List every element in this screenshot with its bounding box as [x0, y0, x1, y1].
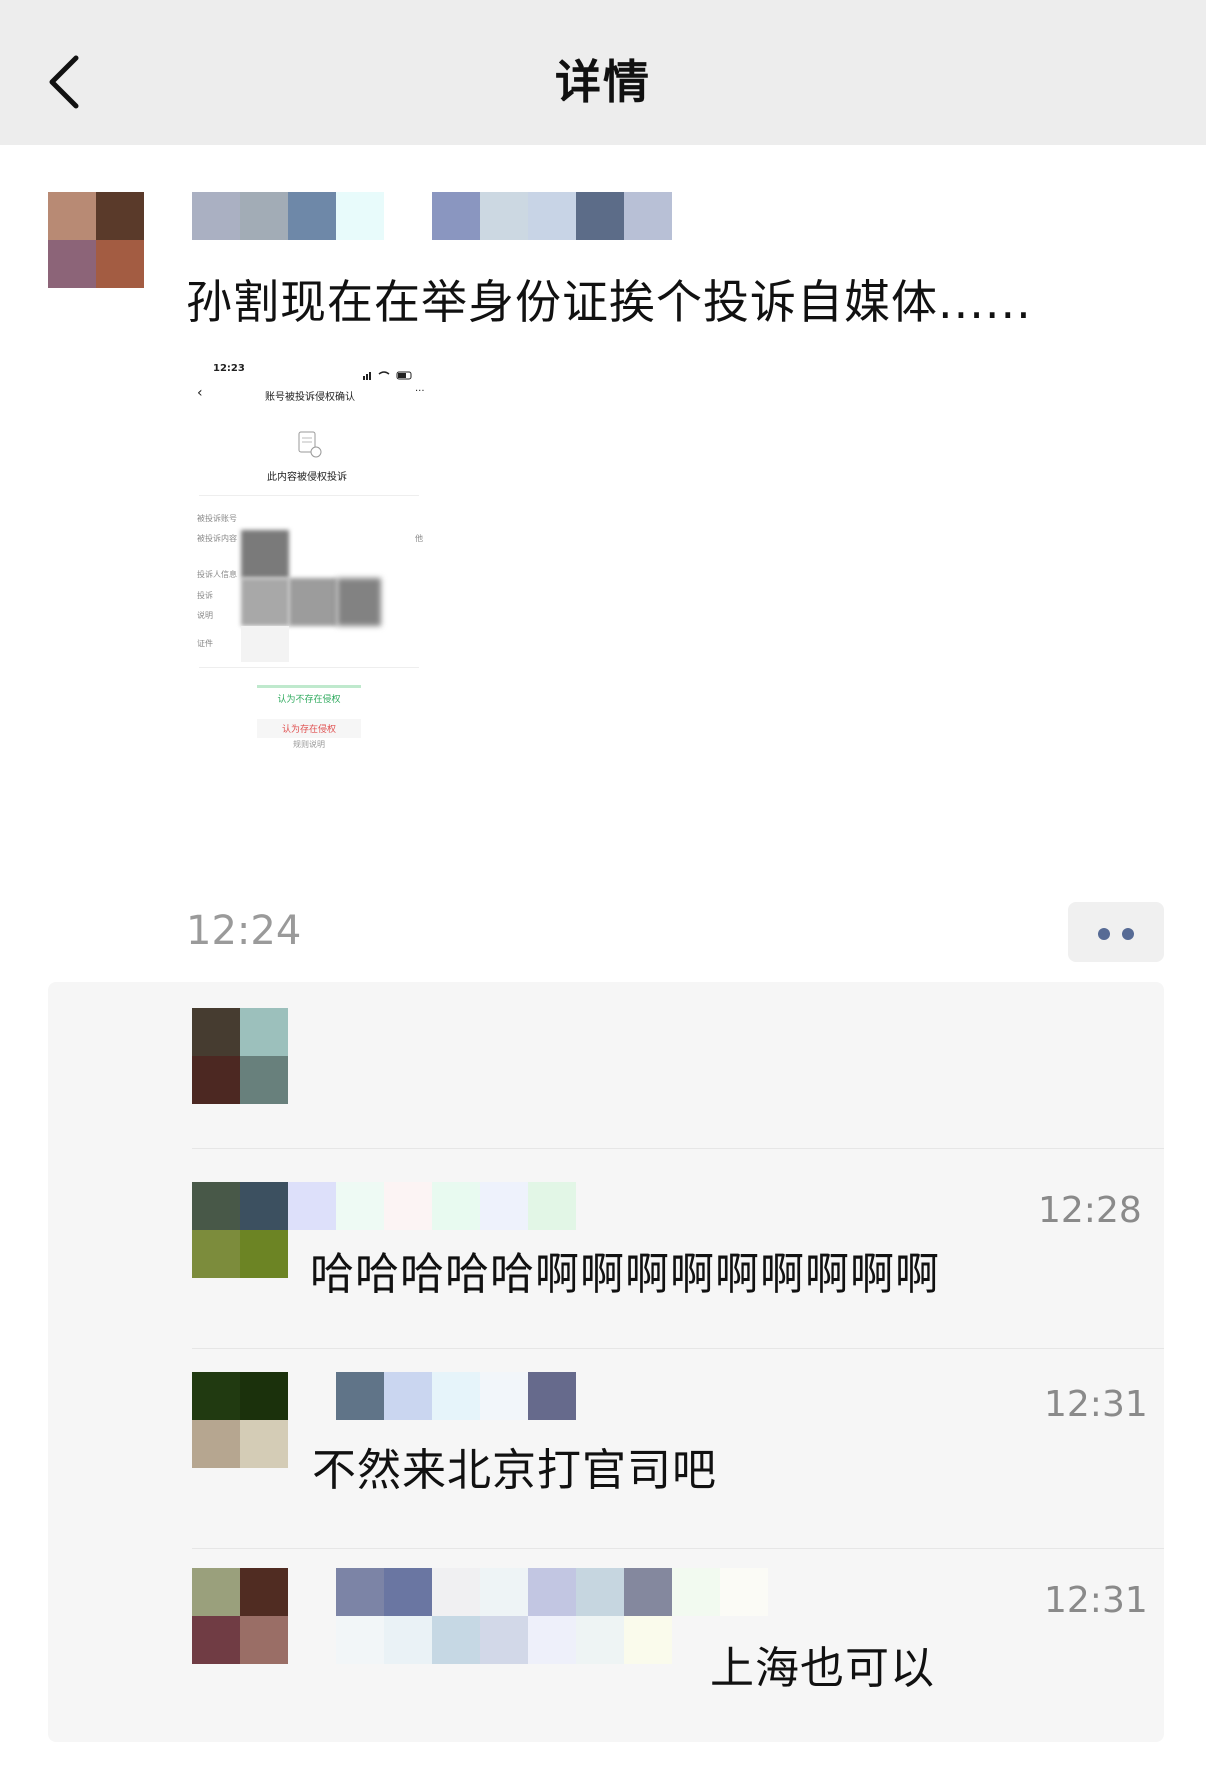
redaction-blur	[241, 578, 289, 626]
comment-time: 12:31	[1044, 1384, 1148, 1425]
thumb-row-label: 说明	[197, 611, 213, 620]
post-time: 12:24	[186, 908, 302, 954]
dot-icon	[1098, 928, 1110, 940]
thumb-btn-infringe: 认为存在侵权	[257, 719, 361, 738]
thumb-rules: 规则说明	[293, 740, 325, 749]
comment-text: 哈哈哈哈哈啊啊啊啊啊啊啊啊啊	[310, 1249, 940, 1300]
comment-item[interactable]: 12:31 不然来北京打官司吧	[48, 1362, 1164, 1542]
status-time: 12:23	[213, 363, 245, 374]
nav-bar: 详情	[0, 0, 1206, 145]
post-image[interactable]: 12:23 ‹ 账号被投诉侵权确认 ··· 此内容被侵权投诉 被投诉账号 被投诉…	[193, 355, 429, 755]
like-row	[48, 982, 1164, 1142]
comment-item[interactable]: 12:31 上海也可以	[48, 1562, 1164, 1742]
thumb-row-value: 他	[415, 534, 423, 543]
redaction-blur	[337, 578, 381, 626]
thumb-row-label: 投诉人信息	[197, 570, 237, 579]
redaction-blur	[241, 530, 289, 578]
comment-item[interactable]: 12:28 哈哈哈哈哈啊啊啊啊啊啊啊啊啊	[48, 1162, 1164, 1342]
page-title: 详情	[555, 55, 651, 109]
comment-time: 12:28	[1038, 1190, 1142, 1231]
comments-panel: 12:28 哈哈哈哈哈啊啊啊啊啊啊啊啊啊 12:31 不然来北京打官司吧 12:…	[48, 982, 1164, 1742]
redaction-blur	[241, 626, 289, 662]
comment-time: 12:31	[1044, 1580, 1148, 1621]
more-button[interactable]	[1068, 902, 1164, 962]
commenter-name[interactable]	[336, 1568, 768, 1664]
thumb-heading: 此内容被侵权投诉	[267, 472, 347, 483]
thumb-row-label: 证件	[197, 639, 213, 648]
poster-nickname[interactable]	[192, 192, 672, 240]
avatar[interactable]	[48, 192, 144, 288]
avatar[interactable]	[192, 1008, 288, 1104]
status-icons	[363, 365, 415, 380]
redaction-blur	[289, 578, 337, 626]
comment-text: 上海也可以	[710, 1643, 935, 1694]
thumb-row-label: 被投诉内容	[197, 534, 237, 543]
document-icon	[297, 431, 323, 463]
avatar[interactable]	[192, 1372, 288, 1468]
thumb-row-label: 被投诉账号	[197, 514, 237, 523]
thumb-menu-icon: ···	[415, 386, 425, 397]
commenter-name[interactable]	[288, 1182, 576, 1230]
thumb-btn-no-infringe: 认为不存在侵权	[257, 685, 361, 705]
avatar[interactable]	[192, 1182, 288, 1278]
dot-icon	[1122, 928, 1134, 940]
comment-text: 不然来北京打官司吧	[312, 1445, 717, 1496]
thumb-title: 账号被投诉侵权确认	[265, 392, 355, 403]
post-text: 孙割现在在举身份证挨个投诉自媒体......	[186, 275, 1032, 329]
avatar[interactable]	[192, 1568, 288, 1664]
commenter-name[interactable]	[336, 1372, 576, 1420]
thumb-row-label: 投诉	[197, 591, 213, 600]
thumb-back-icon: ‹	[197, 385, 203, 401]
